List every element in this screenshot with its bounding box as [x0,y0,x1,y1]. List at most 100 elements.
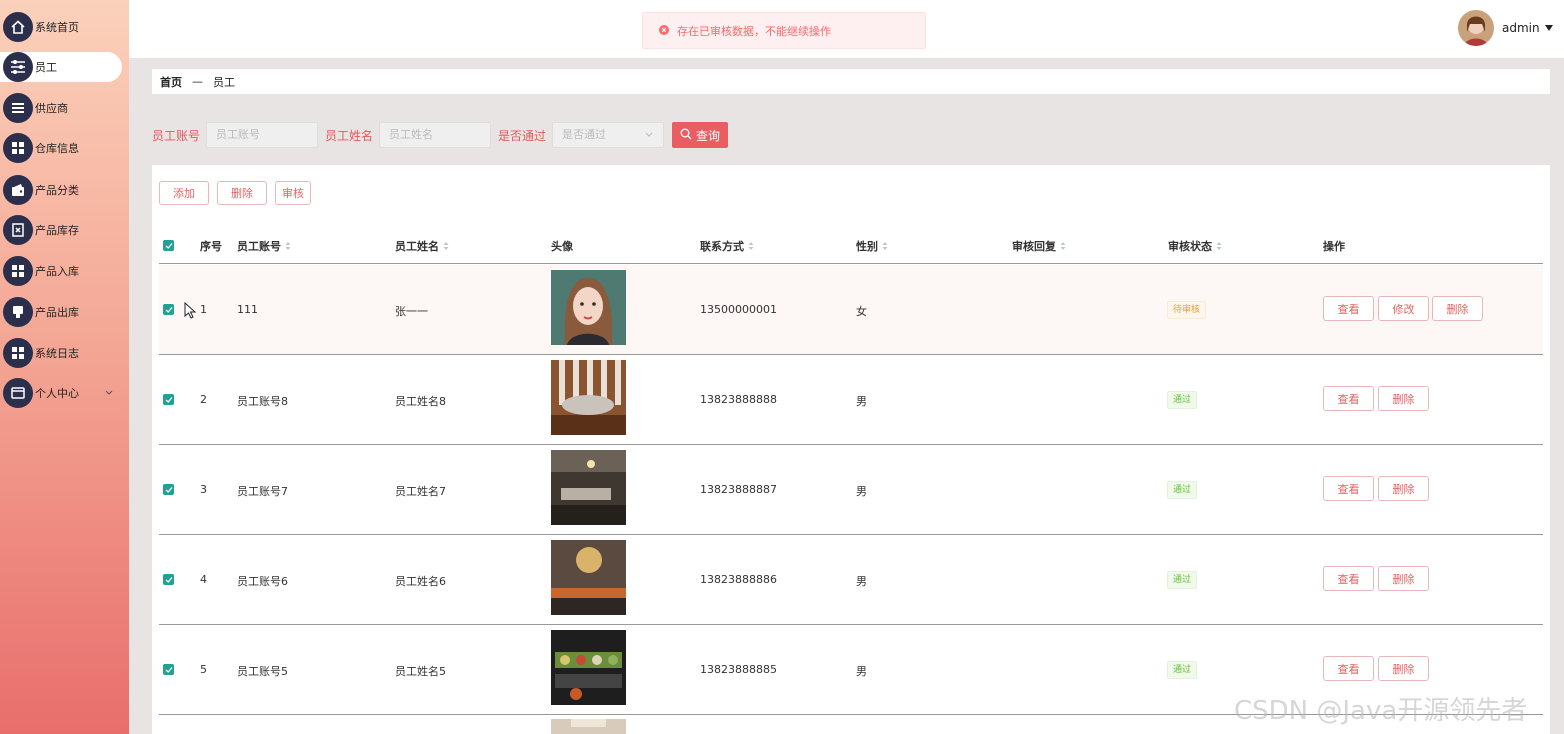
col-name[interactable]: 员工姓名 [395,238,449,254]
avatar-thumbnail[interactable] [551,719,626,734]
select-all-checkbox[interactable] [163,240,174,251]
row-checkbox[interactable] [163,394,174,405]
sidebar-item-home[interactable]: 系统首页 [0,12,122,42]
row-checkbox[interactable] [163,484,174,495]
cell-gender: 女 [856,305,867,318]
breadcrumb-home[interactable]: 首页 [160,74,182,90]
col-account[interactable]: 员工账号 [237,238,291,254]
sidebar-item-label: 系统日志 [35,347,79,360]
row-checkbox[interactable] [163,664,174,675]
grid-icon [3,133,33,163]
query-button[interactable]: 查询 [672,122,729,148]
view-button[interactable]: 查看 [1323,656,1374,681]
stamp-icon [3,297,33,327]
row-delete-button[interactable]: 删除 [1378,566,1429,591]
sort-icon[interactable] [1060,241,1066,254]
add-button[interactable]: 添加 [159,181,209,205]
row-delete-button[interactable]: 删除 [1378,386,1429,411]
cell-name: 员工姓名6 [395,575,446,588]
status-badge: 待审核 [1167,301,1207,319]
view-button[interactable]: 查看 [1323,296,1374,321]
avatar-thumbnail[interactable] [551,630,626,705]
view-button[interactable]: 查看 [1323,386,1374,411]
pass-label: 是否通过 [498,128,547,143]
avatar[interactable] [1458,10,1494,46]
sidebar-item-supplier[interactable]: 供应商 [0,93,122,123]
row-checkbox[interactable] [163,304,174,315]
sidebar-item-personal-center[interactable]: 个人中心 [0,378,122,408]
status-badge: 通过 [1167,571,1198,589]
error-toast: 存在已审核数据，不能继续操作 [642,12,926,49]
avatar-thumbnail[interactable] [551,450,626,525]
sort-icon[interactable] [285,241,291,254]
query-button-label: 查询 [696,128,721,143]
row-delete-button[interactable]: 删除 [1378,476,1429,501]
cell-gender: 男 [856,485,867,498]
cell-index: 3 [200,483,207,496]
cell-phone: 13823888887 [700,483,777,496]
avatar-thumbnail[interactable] [551,360,626,435]
sidebar-item-label: 供应商 [35,102,68,115]
cell-name: 员工姓名5 [395,665,446,678]
sort-icon[interactable] [443,241,449,254]
sidebar-item-product-out[interactable]: 产品出库 [0,297,122,327]
mouse-cursor-icon [184,301,197,322]
view-button[interactable]: 查看 [1323,476,1374,501]
sort-icon[interactable] [748,241,754,254]
chevron-down-icon [644,128,654,142]
home-icon [3,12,33,42]
avatar-thumbnail[interactable] [551,270,626,345]
delete-button[interactable]: 删除 [217,181,267,205]
row-delete-button[interactable]: 删除 [1378,656,1429,681]
cell-index: 2 [200,393,207,406]
sidebar-item-employee[interactable]: 员工 [0,52,122,82]
cell-gender: 男 [856,575,867,588]
list-icon [3,93,33,123]
search-bar: 员工账号 员工账号 员工姓名 员工姓名 是否通过 是否通过 查询 [152,122,729,148]
review-button[interactable]: 审核 [275,181,311,205]
sidebar-item-product-stock[interactable]: 产品库存 [0,215,122,245]
account-search-input[interactable]: 员工账号 [206,122,319,148]
user-menu[interactable]: admin [1458,10,1554,46]
username[interactable]: admin [1502,21,1540,35]
table-row[interactable]: 2 员工账号8 员工姓名8 13823888888 男 通过 查看 删除 [159,355,1543,445]
chevron-down-icon [104,386,114,400]
sidebar-item-product-in[interactable]: 产品入库 [0,256,122,286]
name-search-input[interactable]: 员工姓名 [379,122,492,148]
cell-phone: 13823888886 [700,573,777,586]
card-icon [3,378,33,408]
col-reply[interactable]: 审核回复 [1012,238,1066,254]
sort-icon[interactable] [1216,241,1222,254]
col-reply-label: 审核回复 [1012,240,1056,253]
cell-phone: 13823888888 [700,393,777,406]
table-row[interactable]: 1 111 张一一 13500000001 女 待审核 查看 修改 删除 [159,265,1543,355]
view-button[interactable]: 查看 [1323,566,1374,591]
col-phone-label: 联系方式 [700,240,744,253]
row-delete-button[interactable]: 删除 [1432,296,1483,321]
col-ops: 操作 [1323,240,1345,253]
sort-icon[interactable] [882,241,888,254]
col-gender[interactable]: 性别 [856,238,888,254]
status-badge: 通过 [1167,661,1198,679]
sidebar-item-system-log[interactable]: 系统日志 [0,338,122,368]
pass-select[interactable]: 是否通过 [552,122,665,148]
sidebar-item-label: 系统首页 [35,21,79,34]
table-row[interactable]: 4 员工账号6 员工姓名6 13823888886 男 通过 查看 删除 [159,535,1543,625]
edit-button[interactable]: 修改 [1378,296,1429,321]
sidebar: 系统首页 员工 供应商 仓库信息 产品分类 产品库存 产品入库 产品出库 系统日… [0,0,129,734]
cell-account: 111 [237,303,258,316]
col-phone[interactable]: 联系方式 [700,238,754,254]
table-header: 序号 员工账号 员工姓名 头像 联系方式 性别 审核回复 审核状态 操作 [159,227,1543,264]
sidebar-item-warehouse[interactable]: 仓库信息 [0,133,122,163]
table-row[interactable]: 3 员工账号7 员工姓名7 13823888887 男 通过 查看 删除 [159,445,1543,535]
breadcrumb: 首页 — 员工 [152,69,1550,94]
sidebar-item-label: 产品入库 [35,265,79,278]
sidebar-item-product-category[interactable]: 产品分类 [0,175,122,205]
col-account-label: 员工账号 [237,240,281,253]
caret-down-icon[interactable] [1544,21,1554,35]
row-checkbox[interactable] [163,574,174,585]
col-status[interactable]: 审核状态 [1168,238,1222,254]
avatar-thumbnail[interactable] [551,540,626,615]
content-panel: 添加 删除 审核 序号 员工账号 员工姓名 头像 联系方式 性别 审核回复 审核… [152,165,1550,734]
grid-icon [3,256,33,286]
